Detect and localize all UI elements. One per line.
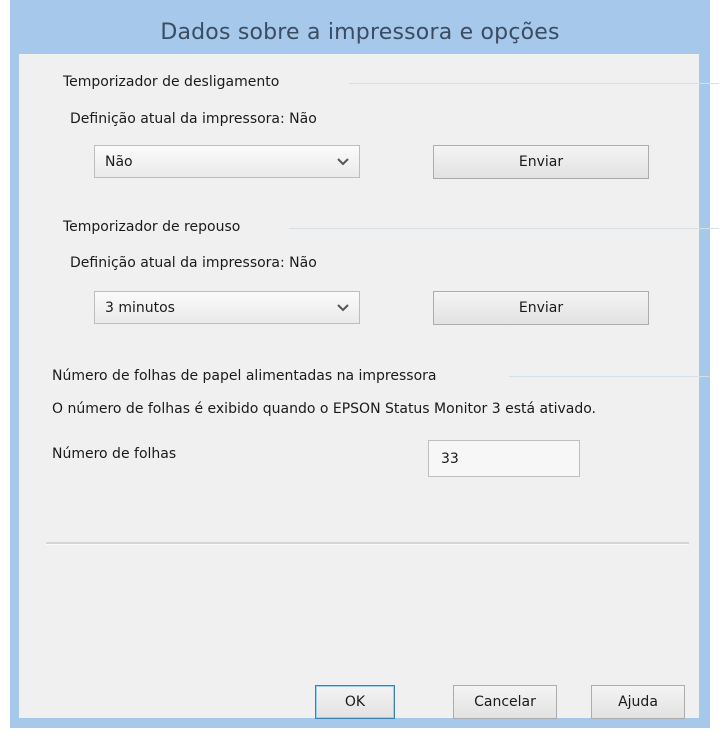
chevron-down-icon <box>337 303 349 311</box>
shutdown-timer-select-value: Não <box>105 153 133 170</box>
help-button[interactable]: Ajuda <box>591 685 685 719</box>
cancel-button[interactable]: Cancelar <box>453 685 557 719</box>
sheets-heading: Número de folhas de papel alimentadas na… <box>52 368 437 384</box>
sleep-send-button[interactable]: Enviar <box>433 291 649 325</box>
sleep-current-setting: Definição atual da impressora: Não <box>70 255 317 271</box>
shutdown-timer-heading: Temporizador de desligamento <box>63 74 280 90</box>
chevron-down-icon <box>337 157 349 165</box>
shutdown-group-rule <box>349 83 719 84</box>
shutdown-current-setting: Definição atual da impressora: Não <box>70 111 317 127</box>
dialog-window: Dados sobre a impressora e opções Tempor… <box>10 0 719 728</box>
separator-line <box>46 542 689 545</box>
sleep-timer-select-value: 3 minutos <box>105 299 175 316</box>
sleep-group-rule <box>289 228 719 229</box>
shutdown-send-button[interactable]: Enviar <box>433 145 649 179</box>
sleep-timer-heading: Temporizador de repouso <box>63 219 241 235</box>
shutdown-timer-select[interactable]: Não <box>94 145 360 178</box>
sheets-label: Número de folhas <box>52 446 177 462</box>
sheets-note: O número de folhas é exibido quando o EP… <box>52 401 596 417</box>
dialog-client-area: Temporizador de desligamento Definição a… <box>19 54 719 719</box>
ok-button[interactable]: OK <box>315 685 395 719</box>
sheets-count-field: 33 <box>428 440 580 477</box>
sleep-timer-select[interactable]: 3 minutos <box>94 291 360 324</box>
sheets-group-rule <box>509 376 709 377</box>
